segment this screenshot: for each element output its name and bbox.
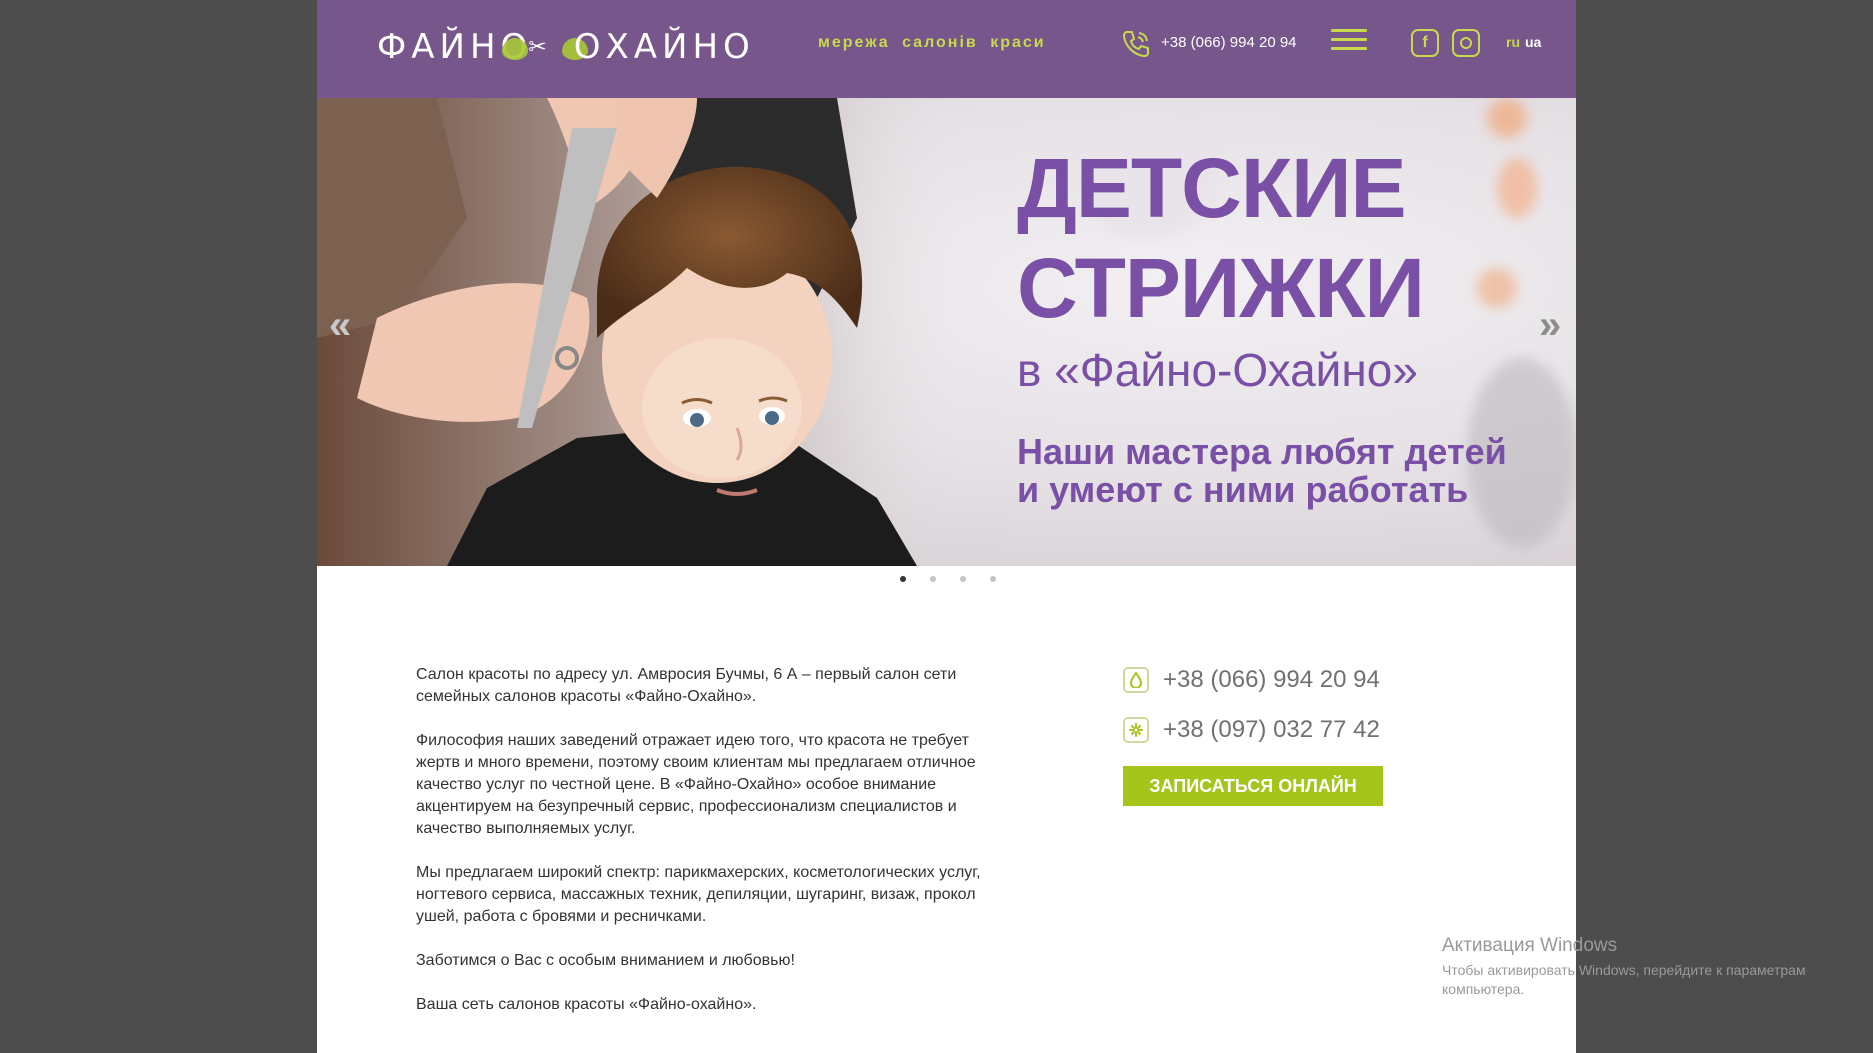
contact-phone-1-number: +38 (066) 994 20 94 <box>1163 666 1380 693</box>
site-logo[interactable]: ФАЙНО ✂ ОХАЙНО <box>377 22 755 72</box>
slider-dot-3[interactable] <box>960 576 966 582</box>
facebook-icon[interactable]: f <box>1411 29 1439 57</box>
vodafone-icon <box>1123 667 1149 693</box>
lang-ua-link[interactable]: ua <box>1525 34 1541 50</box>
header-phone[interactable]: +38 (066) 994 20 94 <box>1161 34 1297 51</box>
hero-slider: ДЕТСКИЕ СТРИЖКИ в «Файно-Охайно» Наши ма… <box>317 98 1576 566</box>
contact-phone-2-number: +38 (097) 032 77 42 <box>1163 716 1380 743</box>
phone-icon <box>1122 31 1149 58</box>
book-online-button[interactable]: ЗАПИСАТЬСЯ ОНЛАЙН <box>1123 766 1383 806</box>
about-paragraph-2: Философия наших заведений отражает идею … <box>416 732 976 837</box>
lang-ru-link[interactable]: ru <box>1506 34 1520 50</box>
about-paragraph-5: Ваша сеть салонов красоты «Файно-охайно»… <box>416 996 757 1013</box>
hamburger-menu-icon[interactable] <box>1331 29 1367 59</box>
slide-title-line-2: СТРИЖКИ <box>1017 241 1425 335</box>
slider-dot-4[interactable] <box>990 576 996 582</box>
slide-text: Наши мастера любят детей и умеют с ними … <box>1017 431 1507 510</box>
contact-phone-2[interactable]: +38 (097) 032 77 42 <box>1123 716 1380 744</box>
slider-dot-1[interactable] <box>900 576 906 582</box>
child-haircut-photo <box>317 98 957 566</box>
slide-title-line-1: ДЕТСКИЕ <box>1017 141 1407 235</box>
slider-dots <box>317 576 1576 586</box>
tagline: мережа салонів краси <box>818 34 1046 51</box>
about-paragraph-1: Салон красоты по адресу ул. Амвросия Буч… <box>416 666 957 705</box>
slider-dot-2[interactable] <box>930 576 936 582</box>
about-paragraph-3: Мы предлагаем широкий спектр: парикмахер… <box>416 864 981 925</box>
kyivstar-icon <box>1123 717 1149 743</box>
windows-activation-title: Активация Windows <box>1442 935 1618 956</box>
windows-activation-text: Чтобы активировать Windows, перейдите к … <box>1442 962 1806 997</box>
about-paragraph-4: Заботимся о Вас с особым вниманием и люб… <box>416 952 795 969</box>
site-header: ФАЙНО ✂ ОХАЙНО мережа салонів краси +38 … <box>317 0 1576 98</box>
contact-phone-1[interactable]: +38 (066) 994 20 94 <box>1123 666 1380 694</box>
leaf-icon <box>502 38 529 60</box>
instagram-icon[interactable] <box>1452 29 1480 57</box>
slide-title: ДЕТСКИЕ СТРИЖКИ <box>1017 138 1425 338</box>
slide-subtitle: в «Файно-Охайно» <box>1017 344 1418 396</box>
logo-word-right: ОХАЙНО <box>573 27 755 67</box>
about-text: Салон красоты по адресу ул. Амвросия Буч… <box>416 664 986 1038</box>
page: ФАЙНО ✂ ОХАЙНО мережа салонів краси +38 … <box>317 0 1576 1053</box>
slider-next-arrow[interactable]: » <box>1539 303 1561 348</box>
slider-prev-arrow[interactable]: « <box>329 303 351 348</box>
